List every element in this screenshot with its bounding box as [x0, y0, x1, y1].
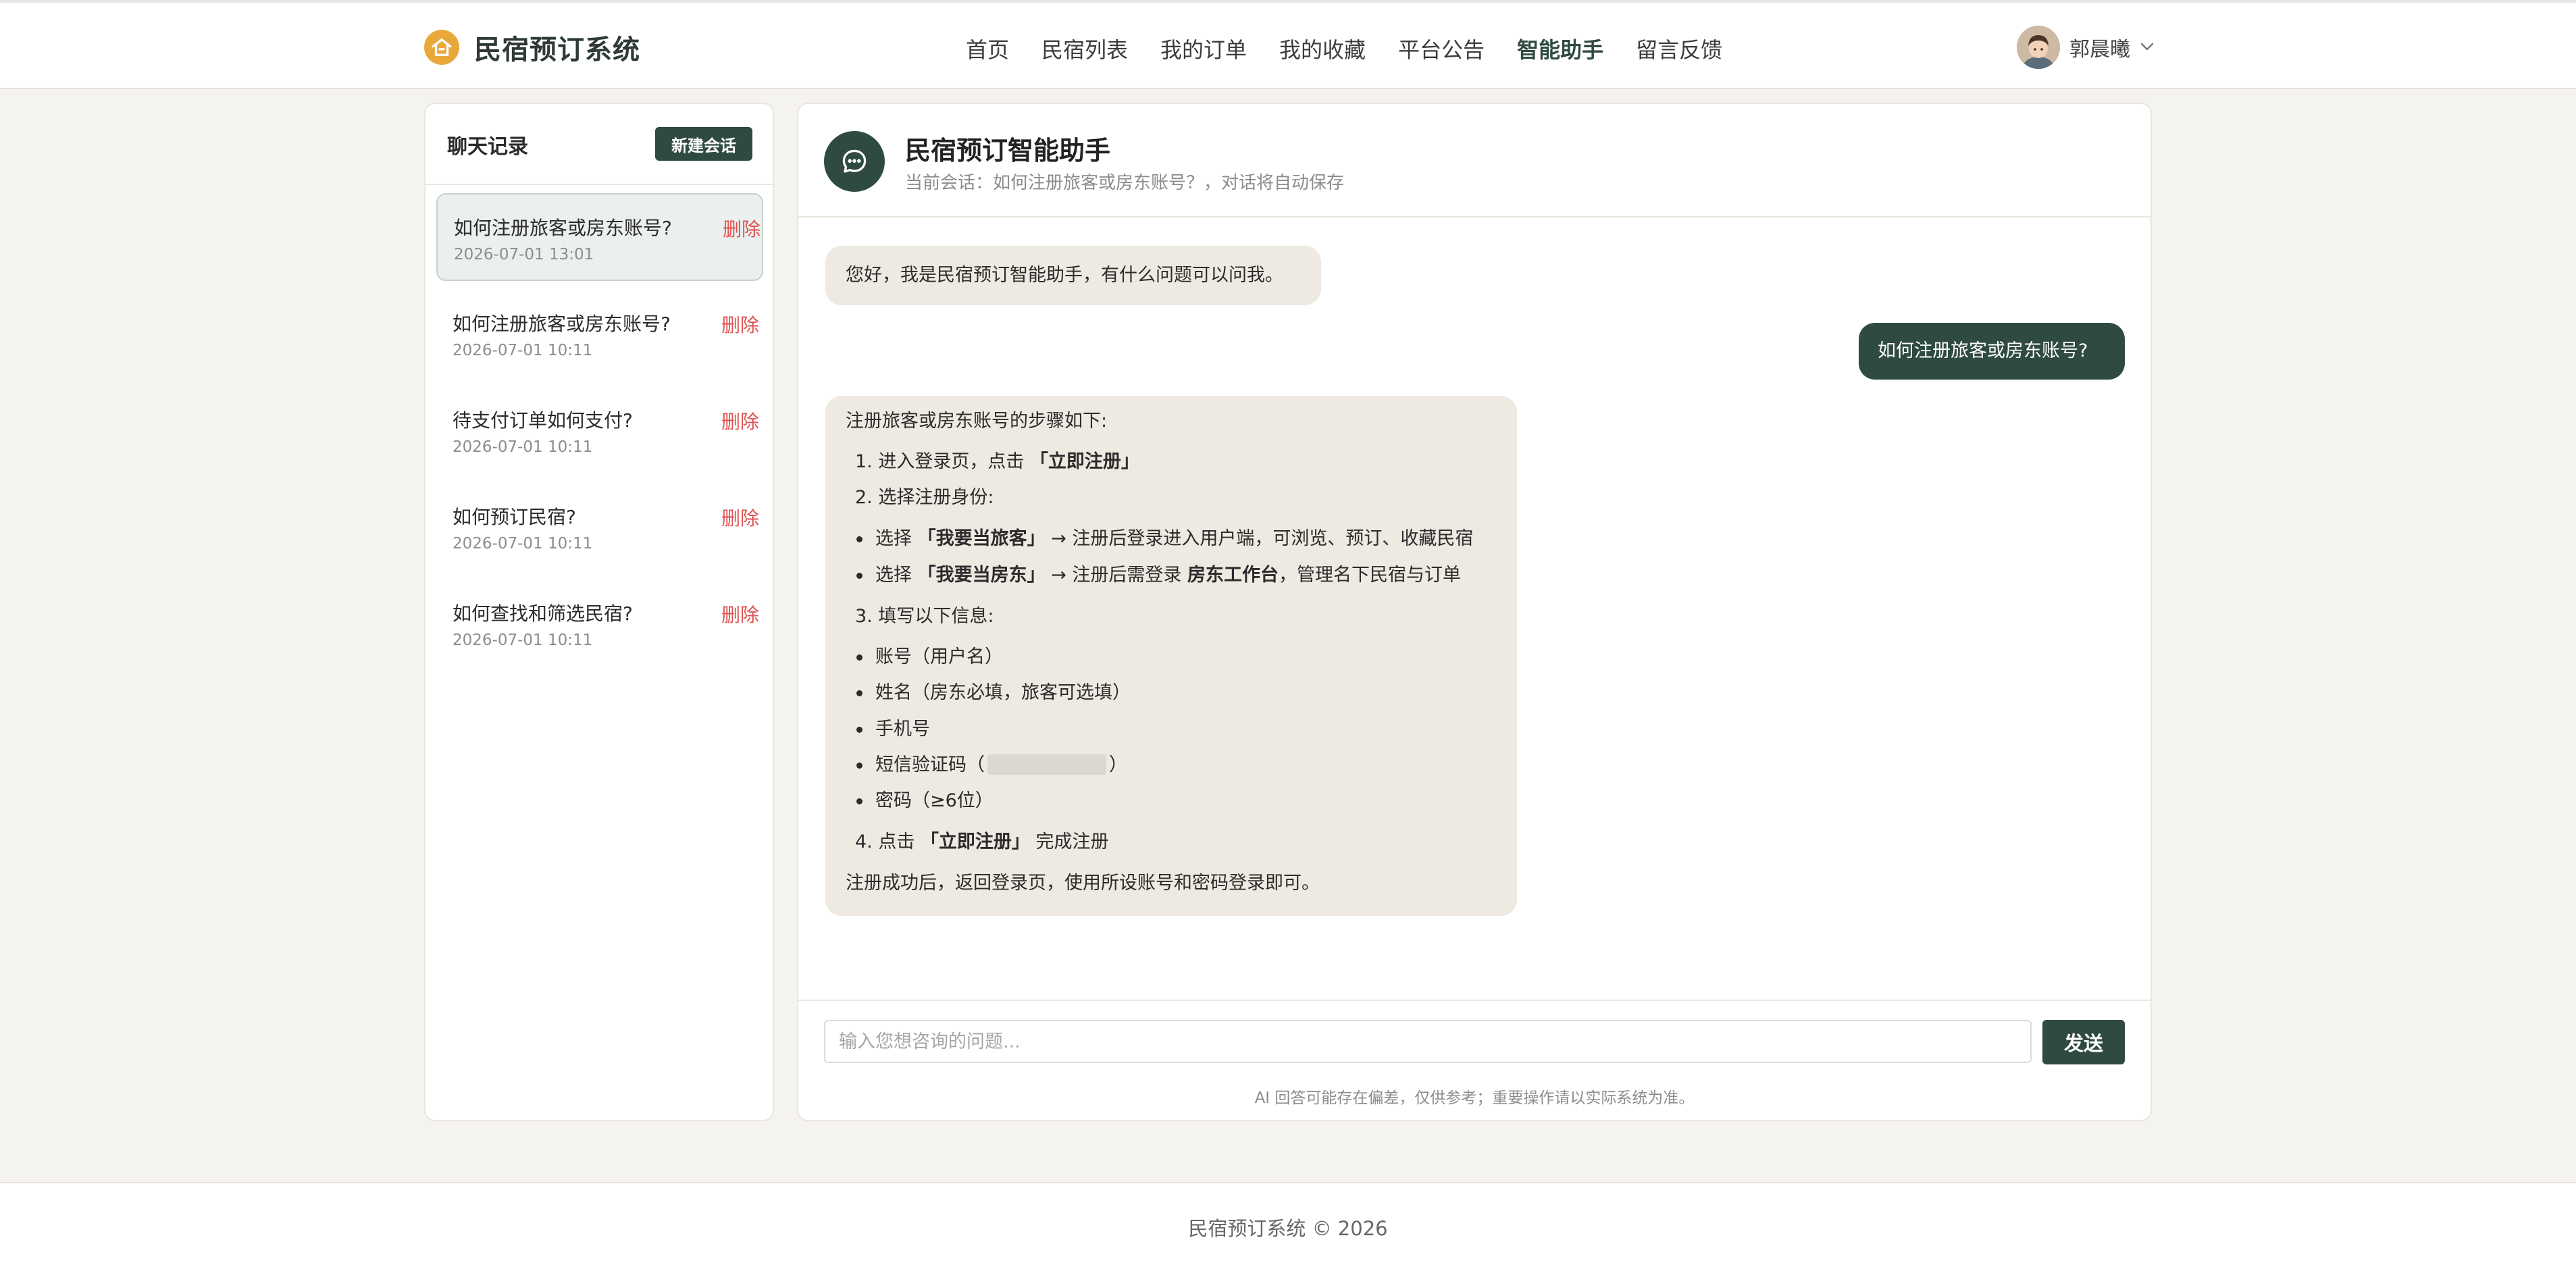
user-question-message: 如何注册旅客或房东账号? — [1859, 323, 2125, 380]
delete-conversation-button[interactable]: 删除 — [723, 215, 761, 242]
conversation-title: 待支付订单如何支付? — [453, 409, 633, 432]
answer-field: 账号（用户名） — [856, 644, 1003, 671]
conversation-item[interactable]: 如何预订民宿? 2026-07-01 10:11 删除 — [436, 484, 763, 571]
chat-history-panel: 聊天记录 新建会话 如何注册旅客或房东账号? 2026-07-01 13:01 … — [424, 103, 774, 1121]
step-text: 完成注册 — [1035, 831, 1109, 852]
conversation-title: 如何查找和筛选民宿? — [453, 602, 633, 625]
page-footer: 民宿预订系统 © 2026 — [0, 1182, 2576, 1263]
nav-ai-assistant[interactable]: 智能助手 — [1517, 33, 1603, 64]
avatar[interactable] — [2017, 26, 2060, 69]
conversation-time: 2026-07-01 10:11 — [453, 438, 593, 456]
redacted-text-block — [987, 754, 1106, 775]
field-text: 短信验证码（ — [875, 754, 985, 775]
brand-title: 民宿预订系统 — [474, 34, 640, 66]
nav-feedback[interactable]: 留言反馈 — [1636, 33, 1722, 64]
nav-my-orders[interactable]: 我的订单 — [1160, 33, 1247, 64]
role-emphasis: 「我要当房东」 — [917, 565, 1046, 586]
brand[interactable]: 民宿预订系统 — [424, 28, 640, 66]
chat-bubble-icon — [824, 131, 885, 192]
house-logo-icon — [424, 30, 459, 65]
role-emphasis: 房东工作台 — [1187, 565, 1279, 586]
answer-step-3: 3. 填写以下信息: — [855, 606, 994, 627]
conversation-title: 如何注册旅客或房东账号? — [453, 313, 671, 335]
conversation-item[interactable]: 如何查找和筛选民宿? 2026-07-01 10:11 删除 — [436, 580, 763, 668]
assistant-greeting-message: 您好，我是民宿预订智能助手，有什么问题可以问我。 — [825, 246, 1321, 305]
field-text: ） — [1109, 754, 1127, 775]
nav-homestay-list[interactable]: 民宿列表 — [1041, 33, 1128, 64]
step-text: 1. 进入登录页，点击 — [855, 451, 1025, 472]
chat-panel: 民宿预订智能助手 当前会话：如何注册旅客或房东账号？，对话将自动保存 您好，我是… — [797, 103, 2152, 1121]
answer-field: 手机号 — [856, 716, 930, 744]
nav-my-favorites[interactable]: 我的收藏 — [1279, 33, 1366, 64]
chat-header: 民宿预订智能助手 当前会话：如何注册旅客或房东账号？，对话将自动保存 — [798, 104, 2150, 217]
user-name: 郭晨曦 — [2069, 38, 2130, 61]
conversation-title: 如何预订民宿? — [453, 506, 576, 528]
answer-role-traveler: 选择 「我要当旅客」 → 注册后登录进入用户端，可浏览、预订、收藏民宿 — [856, 525, 1474, 553]
answer-field: 短信验证码（ ） — [856, 752, 1127, 779]
step-emphasis: 「立即注册」 — [920, 831, 1030, 852]
chat-history-header: 聊天记录 新建会话 — [426, 104, 773, 185]
role-text: → 注册后登录进入用户端，可浏览、预订、收藏民宿 — [1051, 528, 1474, 549]
delete-conversation-button[interactable]: 删除 — [721, 504, 759, 531]
ai-disclaimer: AI 回答可能存在偏差，仅供参考；重要操作请以实际系统为准。 — [1254, 1089, 1695, 1107]
answer-step-2: 2. 选择注册身份: — [855, 487, 994, 508]
delete-conversation-button[interactable]: 删除 — [721, 407, 759, 434]
chat-message-input[interactable] — [824, 1020, 2032, 1063]
answer-step-1: 1. 进入登录页，点击 「立即注册」 — [855, 448, 1139, 476]
answer-outro: 注册成功后，返回登录页，使用所设账号和密码登录即可。 — [846, 873, 1320, 894]
delete-conversation-button[interactable]: 删除 — [721, 600, 759, 627]
nav-announcements[interactable]: 平台公告 — [1398, 33, 1485, 64]
role-emphasis: 「我要当旅客」 — [917, 528, 1046, 549]
top-header: 民宿预订系统 首页 民宿列表 我的订单 我的收藏 平台公告 智能助手 留言反馈 … — [0, 3, 2576, 89]
chevron-down-icon[interactable] — [2140, 41, 2155, 54]
chat-history-title: 聊天记录 — [447, 135, 528, 159]
role-text: 选择 — [875, 565, 912, 586]
answer-role-host: 选择 「我要当房东」 → 注册后需登录 房东工作台，管理名下民宿与订单 — [856, 562, 1461, 590]
role-text: ，管理名下民宿与订单 — [1279, 565, 1461, 586]
chat-subtitle: 当前会话：如何注册旅客或房东账号？，对话将自动保存 — [905, 173, 1345, 193]
answer-intro: 注册旅客或房东账号的步骤如下: — [846, 411, 1108, 432]
role-text: → 注册后需登录 — [1051, 565, 1182, 586]
chat-input-area: 发送 AI 回答可能存在偏差，仅供参考；重要操作请以实际系统为准。 — [798, 1000, 2150, 1120]
step-text: 4. 点击 — [855, 831, 915, 852]
send-button[interactable]: 发送 — [2042, 1020, 2125, 1064]
user-menu[interactable]: 郭晨曦 — [2017, 26, 2155, 69]
conversation-time: 2026-07-01 10:11 — [453, 342, 593, 359]
answer-step-4: 4. 点击 「立即注册」 完成注册 — [855, 829, 1109, 856]
conversation-time: 2026-07-01 10:11 — [453, 535, 593, 552]
answer-field: 姓名（房东必填，旅客可选填） — [856, 679, 1131, 707]
assistant-answer-message: 注册旅客或房东账号的步骤如下: 1. 进入登录页，点击 「立即注册」 2. 选择… — [825, 396, 1517, 916]
step-emphasis: 「立即注册」 — [1029, 451, 1139, 472]
conversation-title: 如何注册旅客或房东账号? — [454, 217, 672, 239]
conversation-item[interactable]: 如何注册旅客或房东账号? 2026-07-01 10:11 删除 — [436, 290, 763, 378]
footer-copyright: 民宿预订系统 © 2026 — [1188, 1217, 1388, 1240]
conversation-time: 2026-07-01 13:01 — [454, 246, 594, 263]
nav-home[interactable]: 首页 — [966, 33, 1009, 64]
new-conversation-button[interactable]: 新建会话 — [655, 127, 752, 161]
delete-conversation-button[interactable]: 删除 — [721, 311, 759, 338]
conversation-time: 2026-07-01 10:11 — [453, 632, 593, 649]
chat-title: 民宿预订智能助手 — [905, 136, 1111, 165]
main-nav: 首页 民宿列表 我的订单 我的收藏 平台公告 智能助手 留言反馈 — [966, 30, 1755, 68]
role-text: 选择 — [875, 528, 912, 549]
answer-field: 密码（≥6位） — [856, 788, 994, 815]
conversation-item[interactable]: 待支付订单如何支付? 2026-07-01 10:11 删除 — [436, 387, 763, 475]
conversation-item[interactable]: 如何注册旅客或房东账号? 2026-07-01 13:01 删除 — [436, 193, 763, 281]
